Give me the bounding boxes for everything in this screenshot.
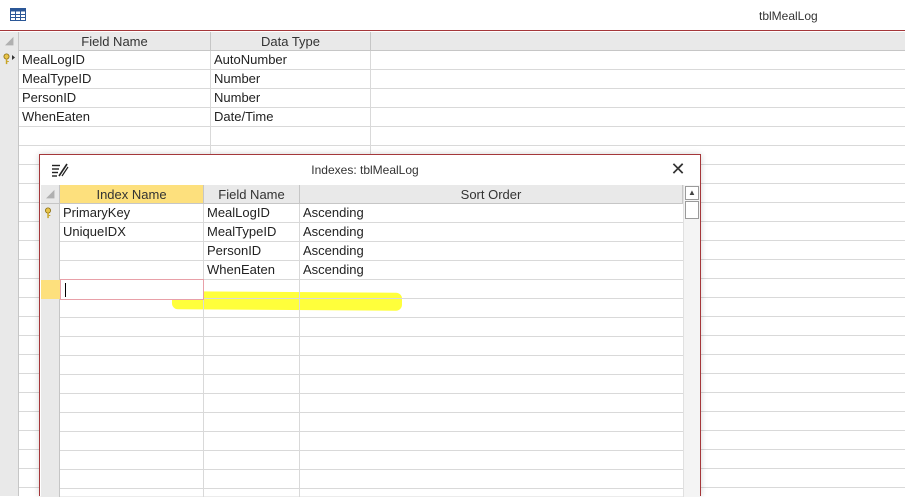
index-row[interactable] — [60, 337, 683, 356]
index-row[interactable]: UniqueIDX MealTypeID Ascending — [60, 223, 683, 242]
current-row-selector[interactable] — [41, 280, 60, 299]
vertical-scrollbar[interactable]: ▲ — [683, 185, 700, 497]
table-row[interactable]: MealLogID AutoNumber — [19, 51, 905, 70]
table-row[interactable] — [19, 127, 905, 146]
field-name-cell[interactable]: WhenEaten — [19, 108, 210, 126]
data-type-cell[interactable]: Number — [211, 70, 371, 88]
sort-order-cell[interactable]: Ascending — [300, 223, 680, 241]
column-header-sort-order[interactable]: Sort Order — [300, 185, 683, 204]
index-row[interactable] — [60, 451, 683, 470]
row-selector-column[interactable] — [0, 51, 19, 496]
dialog-titlebar[interactable]: Indexes: tblMealLog ✕ — [40, 155, 700, 184]
table-icon — [10, 8, 26, 21]
field-name-cell[interactable]: PersonID — [19, 89, 210, 107]
index-row[interactable] — [60, 299, 683, 318]
index-row[interactable] — [60, 470, 683, 489]
table-row[interactable]: PersonID Number — [19, 89, 905, 108]
index-row[interactable] — [60, 375, 683, 394]
primary-key-icon — [44, 207, 54, 222]
index-name-cell[interactable] — [60, 242, 203, 260]
indexes-grid: ◢ Index Name Field Name Sort Order Prima… — [41, 185, 700, 497]
primary-key-icon — [3, 53, 17, 68]
column-header-index-name[interactable]: Index Name — [60, 185, 204, 204]
index-row[interactable] — [60, 356, 683, 375]
table-row[interactable]: WhenEaten Date/Time — [19, 108, 905, 127]
close-icon[interactable]: ✕ — [667, 159, 689, 179]
scroll-up-icon[interactable]: ▲ — [685, 186, 699, 200]
data-type-cell[interactable]: Number — [211, 89, 371, 107]
document-tab[interactable]: tblMealLog — [0, 0, 905, 31]
index-row[interactable] — [60, 394, 683, 413]
window-title: tblMealLog — [759, 9, 818, 23]
data-type-cell[interactable]: Date/Time — [211, 108, 371, 126]
sort-order-cell[interactable]: Ascending — [300, 204, 680, 222]
index-name-input[interactable] — [60, 279, 204, 300]
index-row[interactable] — [60, 318, 683, 337]
scroll-thumb[interactable] — [685, 201, 699, 219]
dialog-title: Indexes: tblMealLog — [311, 163, 419, 177]
index-name-cell[interactable] — [60, 261, 203, 279]
column-header-data-type[interactable]: Data Type — [211, 32, 371, 51]
index-name-cell[interactable]: UniqueIDX — [60, 223, 203, 241]
select-all-corner[interactable]: ◢ — [41, 185, 60, 204]
index-row[interactable]: PersonID Ascending — [60, 242, 683, 261]
indexes-dialog: Indexes: tblMealLog ✕ ◢ Index Name Field… — [39, 154, 701, 497]
column-header-field-name[interactable]: Field Name — [19, 32, 211, 51]
field-name-cell[interactable]: MealTypeID — [19, 70, 210, 88]
index-row[interactable] — [60, 432, 683, 451]
index-row[interactable] — [60, 413, 683, 432]
select-all-corner[interactable]: ◢ — [0, 32, 19, 51]
index-row[interactable]: PrimaryKey MealLogID Ascending — [60, 204, 683, 223]
column-header-field-name[interactable]: Field Name — [204, 185, 300, 204]
field-name-cell[interactable]: MealLogID — [19, 51, 210, 69]
table-row[interactable]: MealTypeID Number — [19, 70, 905, 89]
index-name-cell[interactable]: PrimaryKey — [60, 204, 203, 222]
sort-order-cell[interactable]: Ascending — [300, 242, 680, 260]
row-selector-column[interactable] — [41, 204, 60, 497]
field-name-cell[interactable]: PersonID — [204, 242, 300, 260]
index-row[interactable]: WhenEaten Ascending — [60, 261, 683, 280]
data-type-cell[interactable]: AutoNumber — [211, 51, 371, 69]
field-name-cell[interactable]: MealLogID — [204, 204, 300, 222]
field-name-cell[interactable]: MealTypeID — [204, 223, 300, 241]
sort-order-cell[interactable]: Ascending — [300, 261, 680, 279]
field-name-cell[interactable]: WhenEaten — [204, 261, 300, 279]
column-header-description[interactable] — [371, 32, 905, 51]
